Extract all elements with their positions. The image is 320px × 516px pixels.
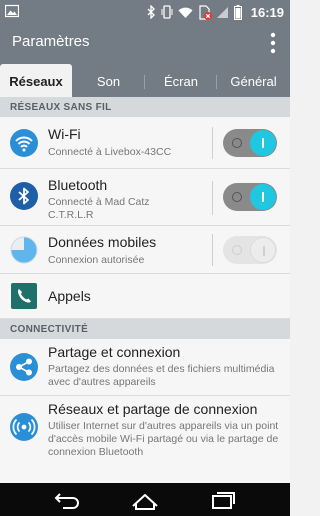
share-connect-title: Partage et connexion [48,344,181,360]
bluetooth-toggle[interactable] [223,183,277,211]
toggle-off-mark [232,245,242,255]
tab-label: Général [230,74,277,89]
wifi-status: Connecté à Livebox-43CC [48,146,172,158]
row-divider [212,234,213,266]
app-bar: Paramètres [0,24,290,64]
home-icon[interactable] [125,489,165,511]
toggle-thumb [250,130,276,156]
vibrate-icon [161,5,173,19]
section-header-wireless: RÉSEAUX SANS FIL [0,97,290,117]
bluetooth-icon [10,182,38,210]
tab-label: Écran [164,74,198,89]
phone-icon [11,283,37,309]
calls-row[interactable]: Appels [0,274,290,319]
wifi-icon [10,129,38,157]
settings-list: RÉSEAUX SANS FIL Wi-Fi Connecté à Livebo… [0,97,290,483]
row-divider [212,181,213,215]
sim-error-icon [199,4,212,20]
tab-bar: Réseaux Son Écran Général [0,64,290,97]
signal-icon [216,6,228,18]
tab-reseaux[interactable]: Réseaux [0,64,72,97]
mobile-data-title: Données mobiles [48,234,157,250]
toggle-off-mark [232,138,242,148]
section-header-connectivity: CONNECTIVITÉ [0,319,290,339]
tab-label: Son [96,74,121,89]
bluetooth-row[interactable]: Bluetooth Connecté à Mad Catz C.T.R.L.R [0,169,290,226]
bluetooth-title: Bluetooth [48,177,108,193]
mobile-data-row[interactable]: Données mobiles Connexion autorisée [0,226,290,274]
back-icon[interactable] [47,489,87,511]
tethering-description: Utiliser Internet sur d'autres appareils… [48,420,279,458]
recent-apps-icon[interactable] [203,489,243,511]
bluetooth-icon [147,5,155,19]
tethering-icon [10,413,38,441]
toggle-off-mark [232,192,242,202]
tab-son[interactable]: Son [72,64,145,97]
tab-label: Réseaux [9,74,63,89]
wifi-toggle[interactable] [223,129,277,157]
tethering-row[interactable]: Réseaux et partage de connexion Utiliser… [0,396,290,476]
page-title: Paramètres [12,33,90,50]
wifi-icon [178,7,193,18]
toggle-thumb [250,237,276,263]
tab-ecran[interactable]: Écran [145,64,217,97]
calls-title: Appels [48,288,91,304]
wifi-title: Wi-Fi [48,126,81,142]
mobile-data-icon [10,236,38,264]
tab-general[interactable]: Général [217,64,290,97]
wifi-row[interactable]: Wi-Fi Connecté à Livebox-43CC [0,117,290,169]
share-connect-row[interactable]: Partage et connexion Partagez des donnée… [0,339,290,396]
bluetooth-status: Connecté à Mad Catz C.T.R.L.R [48,196,150,221]
share-icon [10,353,38,381]
share-connect-description: Partagez des données et des fichiers mul… [48,363,275,388]
clock: 16:19 [250,4,284,20]
toggle-thumb [250,184,276,210]
row-divider [212,127,213,159]
battery-icon [233,4,242,20]
navigation-bar [0,483,290,516]
overflow-menu-icon[interactable] [270,32,276,54]
image-icon [5,4,19,18]
status-bar: 16:19 [0,0,290,24]
mobile-data-toggle[interactable] [223,236,277,264]
tethering-title: Réseaux et partage de connexion [48,401,258,417]
mobile-data-status: Connexion autorisée [48,254,145,266]
